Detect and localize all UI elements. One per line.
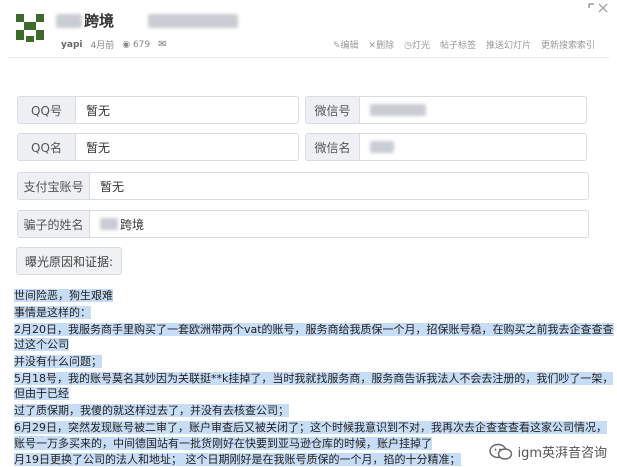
body-line: 月19日更换了公司的法人和地址； 这个日期刚好是在我账号质保的一个月，掐的十分精…	[14, 453, 461, 466]
qq-label: QQ号	[18, 97, 76, 123]
alipay-value: 暂无	[100, 179, 125, 194]
qq-name-label: QQ名	[18, 134, 76, 160]
mail-icon[interactable]: ✉	[158, 39, 166, 50]
wechat-name-value	[360, 134, 586, 160]
light-link[interactable]: ◷灯光	[404, 38, 430, 51]
qq-name-value: 暂无	[86, 140, 111, 155]
qq-name-field: QQ名 暂无	[17, 133, 299, 161]
divider	[8, 57, 609, 58]
qq-value: 暂无	[86, 103, 111, 118]
redacted-text	[370, 104, 426, 116]
post-time: 4月前	[90, 41, 115, 51]
wechat-name-field: 微信名	[305, 133, 587, 161]
scammer-name-label: 骗子的姓名	[18, 211, 90, 237]
page-title: 跨境	[84, 12, 115, 30]
scammer-name-field: 骗子的姓名 跨境	[17, 210, 589, 238]
author-name[interactable]: yapi	[61, 40, 82, 50]
body-line: 账号一万多买来的，中间德国站有一批货刚好在快要到亚马逊仓库的时候，账户挂掉了	[14, 437, 432, 450]
qq-field: QQ号 暂无	[17, 96, 299, 124]
redacted-text	[148, 14, 238, 28]
close-icon: ✕	[368, 41, 377, 51]
tags-link[interactable]: 帖子标签	[440, 38, 476, 51]
clock-icon: ◷	[404, 41, 412, 51]
alipay-field: 支付宝账号 暂无	[17, 172, 589, 200]
watermark: igm英湃音咨询	[489, 442, 607, 461]
post-meta: yapi 4月前 ◉ 679 ✉	[61, 38, 167, 51]
watermark-text: igm英湃音咨询	[517, 446, 607, 461]
wechat-label: 微信号	[306, 97, 360, 123]
page-title-row: 跨境	[56, 10, 114, 31]
wechat-name-label: 微信名	[306, 134, 360, 160]
wechat-icon	[489, 443, 513, 461]
wechat-value	[360, 97, 586, 123]
expose-reason-button[interactable]: 曝光原因和证据:	[16, 247, 122, 275]
body-line: 事情是这样的：	[14, 306, 91, 319]
delete-link[interactable]: ✕删除	[369, 38, 395, 51]
edit-icon: ✎	[332, 41, 341, 51]
body-line: 过了质保期，我傻的就这样过去了，并没有去核查公司；	[14, 404, 289, 417]
post-actions: ✎编辑 ✕删除 ◷灯光 帖子标签 推送幻灯片 更新搜索索引	[333, 38, 595, 51]
wechat-field: 微信号	[305, 96, 587, 124]
alipay-label: 支付宝账号	[18, 173, 90, 199]
body-line: 5月18号，我的账号莫名其妙因为关联挺**k挂掉了，当时我就找服务商，服务商告诉…	[14, 372, 614, 400]
body-line: 并没有什么问题；	[14, 355, 102, 368]
edit-link[interactable]: ✎编辑	[333, 38, 359, 51]
avatar[interactable]	[10, 8, 50, 48]
body-line: 世间险恶，狗生艰难	[14, 289, 113, 302]
body-line: 2月20日，我服务商手里购买了一套欧洲带两个vat的账号，服务商给我质保一个月，…	[14, 323, 614, 351]
scammer-name-value: 跨境	[90, 211, 588, 237]
redacted-text	[100, 218, 118, 230]
post-body-last: 账号一万多买来的，中间德国站有一批货刚好在快要到亚马逊仓库的时候，账户挂掉了	[14, 436, 432, 453]
eye-icon: ◉	[122, 39, 131, 50]
update-index-link[interactable]: 更新搜索索引	[541, 38, 595, 51]
views-count: ◉ 679	[122, 39, 151, 50]
redacted-text	[370, 141, 394, 153]
redacted-text	[56, 13, 82, 28]
push-slide-link[interactable]: 推送幻灯片	[486, 38, 531, 51]
corner-icon[interactable]	[587, 2, 609, 18]
